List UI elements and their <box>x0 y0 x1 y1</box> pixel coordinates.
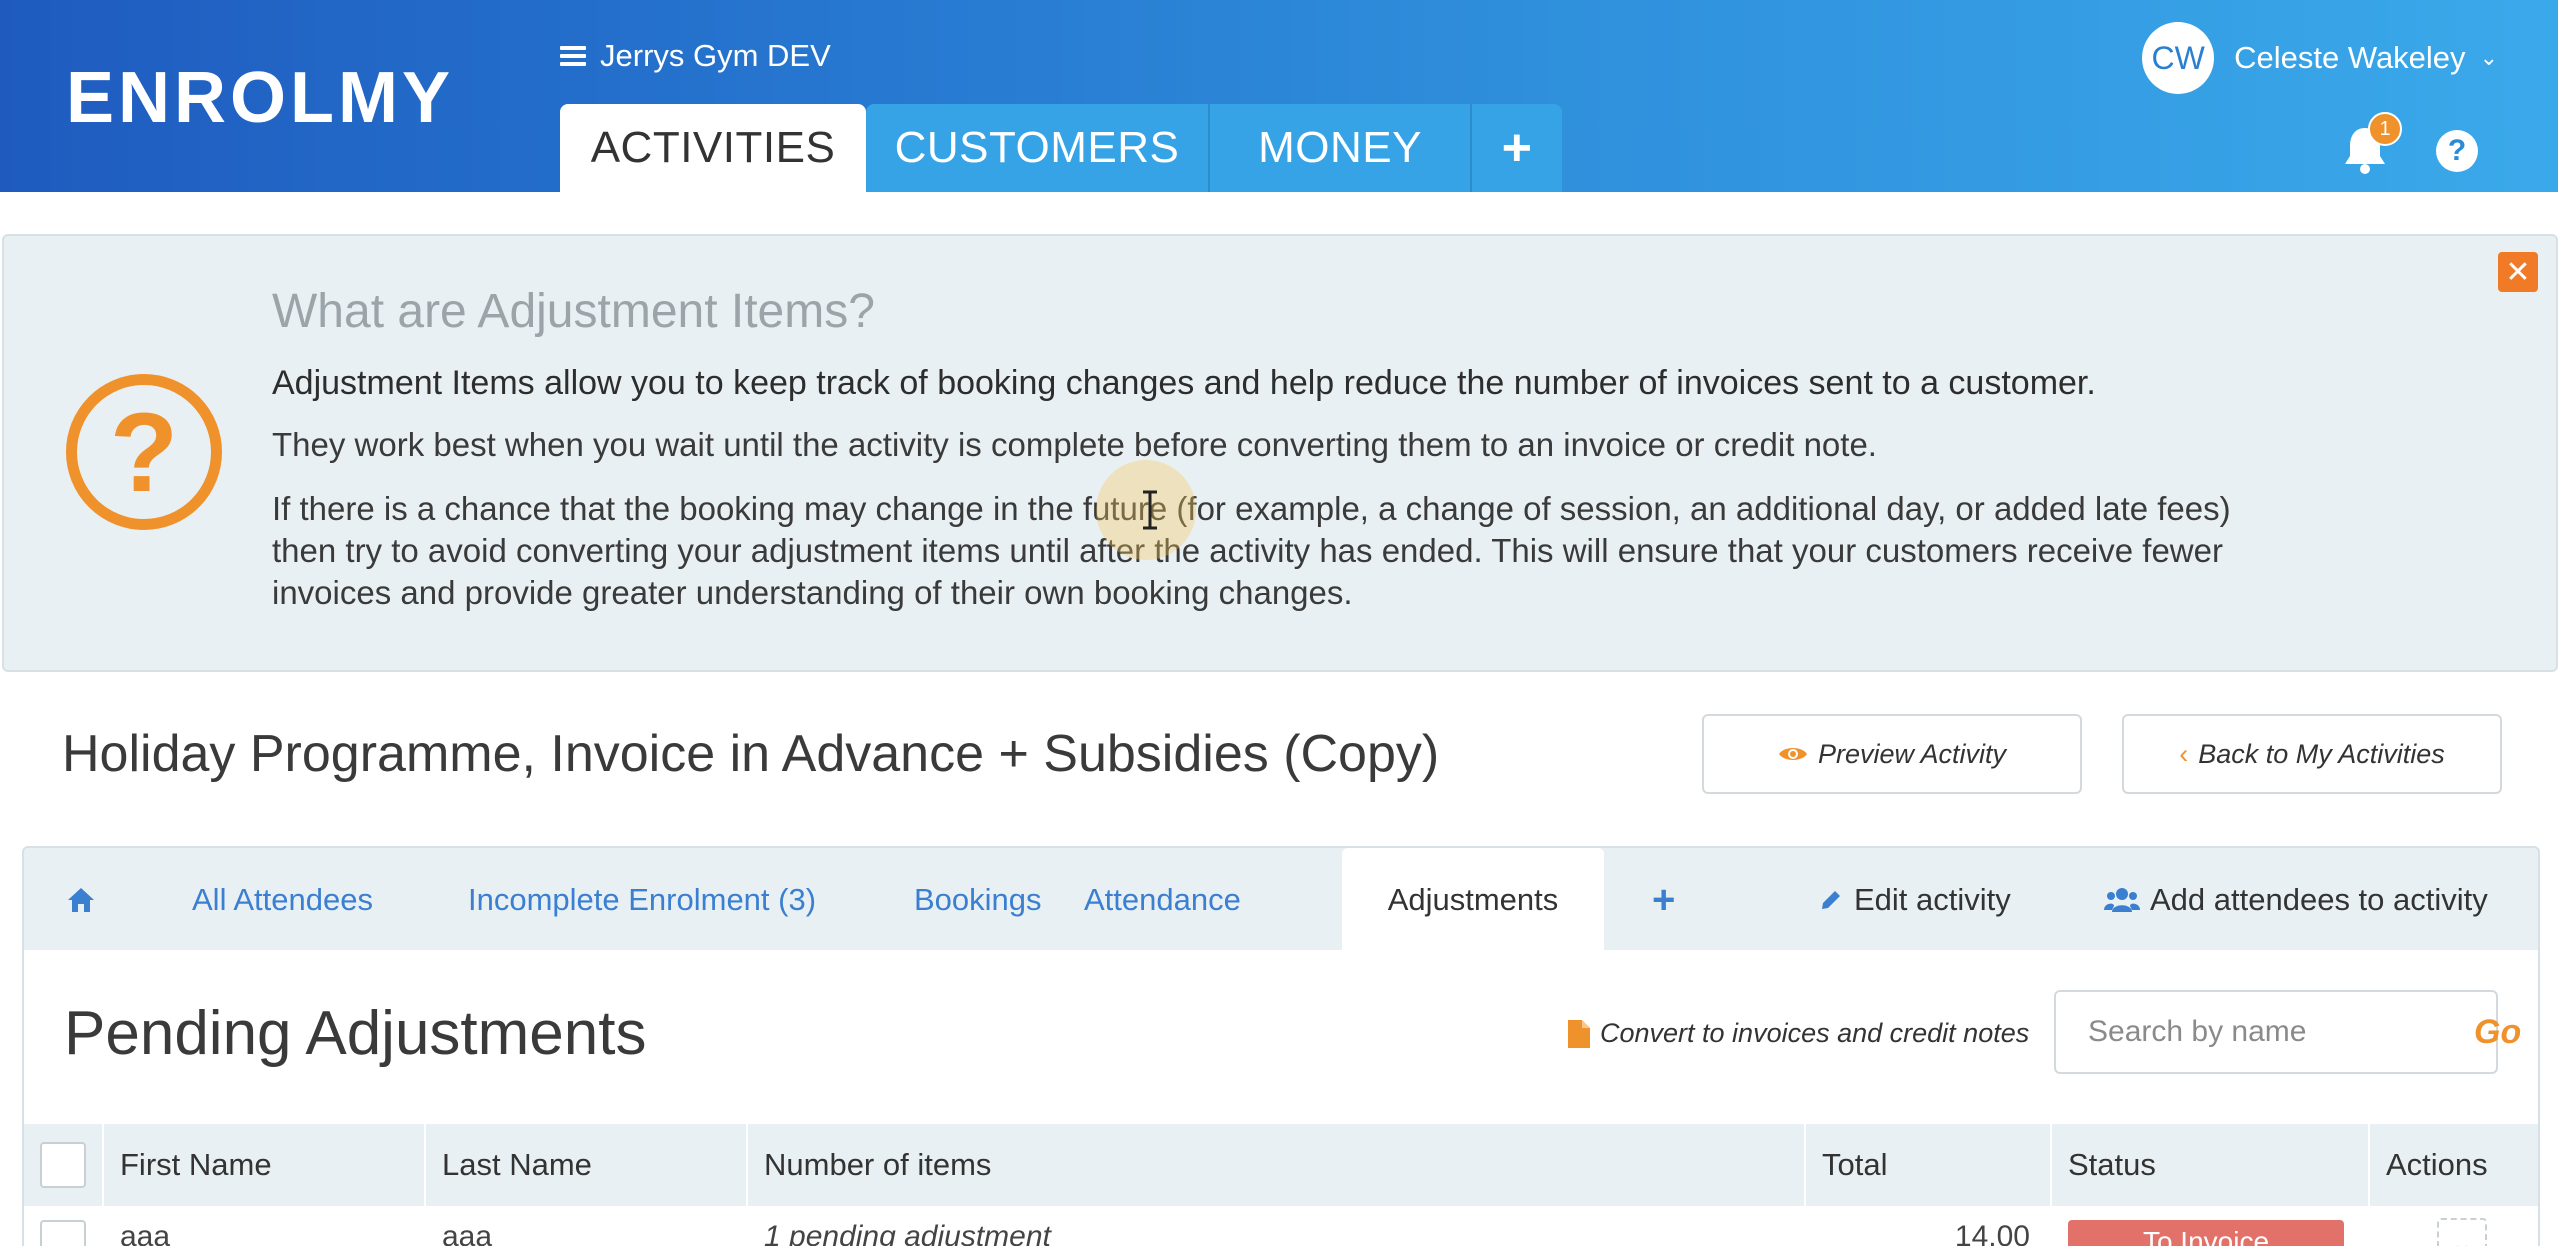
tab-add-icon[interactable]: + <box>1652 848 1675 952</box>
status-cell: To Invoice <box>2052 1206 2370 1246</box>
main-nav: ACTIVITIES CUSTOMERS MONEY + <box>560 104 1562 192</box>
org-name: Jerrys Gym DEV <box>600 38 831 73</box>
actions-cell: ⌄ <box>2370 1206 2538 1246</box>
org-switcher[interactable]: Jerrys Gym DEV <box>560 38 831 74</box>
activity-title: Holiday Programme, Invoice in Advance + … <box>62 725 1440 783</box>
hamburger-icon[interactable] <box>560 46 586 66</box>
add-attendees-label: Add attendees to activity <box>2150 882 2488 917</box>
info-paragraph: If there is a chance that the booking ma… <box>272 490 2231 611</box>
search-box: Go <box>2054 990 2521 1074</box>
chevron-down-icon[interactable]: ⌄ <box>2480 45 2498 71</box>
table-row[interactable]: aaa aaa 1 pending adjustment 14.00 To In… <box>24 1206 2538 1246</box>
last-name-cell: aaa <box>442 1220 493 1246</box>
file-icon <box>1568 1019 1590 1048</box>
actions-dropdown-icon[interactable]: ⌄ <box>2437 1218 2487 1246</box>
convert-to-invoices-button[interactable]: Convert to invoices and credit notes <box>1568 1018 2029 1049</box>
tab-money[interactable]: MONEY <box>1210 104 1472 192</box>
tab-incomplete-enrolment[interactable]: Incomplete Enrolment (3) <box>468 848 816 952</box>
select-all-checkbox[interactable] <box>40 1142 86 1188</box>
tab-attendance[interactable]: Attendance <box>1084 848 1241 952</box>
column-header[interactable]: Number of items <box>748 1124 1806 1206</box>
home-icon[interactable] <box>66 848 96 952</box>
select-all-cell <box>24 1124 104 1206</box>
user-name[interactable]: Celeste Wakeley <box>2234 40 2465 76</box>
info-paragraph: They work best when you wait until the a… <box>272 426 1877 463</box>
column-header[interactable]: Total <box>1806 1124 2052 1206</box>
text-cursor-icon <box>1143 490 1157 530</box>
back-to-activities-button[interactable]: ‹ Back to My Activities <box>2122 714 2502 794</box>
tab-all-attendees[interactable]: All Attendees <box>192 848 373 952</box>
status-badge[interactable]: To Invoice <box>2068 1220 2344 1246</box>
preview-activity-label: Preview Activity <box>1817 738 2007 769</box>
edit-activity-button[interactable]: Edit activity <box>1818 848 2011 952</box>
row-checkbox[interactable] <box>40 1220 86 1246</box>
column-header[interactable]: First Name <box>104 1124 426 1206</box>
edit-activity-label: Edit activity <box>1854 882 2011 917</box>
adjustment-info-panel: ✕ ? What are Adjustment Items? Adjustmen… <box>2 234 2558 672</box>
user-menu[interactable]: CW Celeste Wakeley ⌄ <box>2142 22 2498 94</box>
first-name-cell: aaa <box>120 1220 171 1246</box>
preview-activity-button[interactable]: Preview Activity <box>1702 714 2082 794</box>
add-attendees-button[interactable]: Add attendees to activity <box>2104 848 2488 952</box>
table-header: First Name Last Name Number of items Tot… <box>24 1124 2538 1206</box>
items-cell: 1 pending adjustment <box>764 1220 1051 1246</box>
total-cell: 14.00 <box>1954 1220 2030 1246</box>
activity-subtabs: All Attendees Incomplete Enrolment (3) B… <box>22 846 2540 952</box>
avatar[interactable]: CW <box>2142 22 2215 94</box>
close-icon[interactable]: ✕ <box>2498 252 2538 292</box>
column-header[interactable]: Status <box>2052 1124 2370 1206</box>
tab-activities[interactable]: ACTIVITIES <box>560 104 866 192</box>
top-header: ENROLMY Jerrys Gym DEV ACTIVITIES CUSTOM… <box>0 0 2558 192</box>
go-button[interactable]: Go <box>2474 1013 2521 1052</box>
users-icon <box>2104 888 2140 912</box>
info-title: What are Adjustment Items? <box>272 285 875 338</box>
row-select-cell <box>24 1206 104 1246</box>
tab-add[interactable]: + <box>1472 104 1562 192</box>
tab-customers[interactable]: CUSTOMERS <box>866 104 1210 192</box>
eye-icon <box>1778 748 1807 760</box>
section-title: Pending Adjustments <box>64 999 647 1068</box>
enrolmy-logo[interactable]: ENROLMY <box>66 62 466 132</box>
back-label: Back to My Activities <box>2198 738 2445 769</box>
tab-bookings[interactable]: Bookings <box>914 848 1042 952</box>
column-header: Actions <box>2386 1147 2488 1182</box>
tab-adjustments[interactable]: Adjustments <box>1342 848 1604 952</box>
search-input[interactable] <box>2088 1015 2474 1049</box>
convert-label: Convert to invoices and credit notes <box>1600 1018 2030 1048</box>
chevron-left-icon: ‹ <box>2179 738 2189 769</box>
info-lead: Adjustment Items allow you to keep track… <box>272 364 2096 402</box>
help-icon[interactable]: ? <box>2436 130 2478 172</box>
svg-text:ENROLMY: ENROLMY <box>66 62 454 132</box>
question-circle-icon: ? <box>66 374 222 530</box>
column-header[interactable]: Last Name <box>426 1124 748 1206</box>
notification-badge: 1 <box>2368 112 2402 146</box>
pencil-icon <box>1822 891 1840 909</box>
